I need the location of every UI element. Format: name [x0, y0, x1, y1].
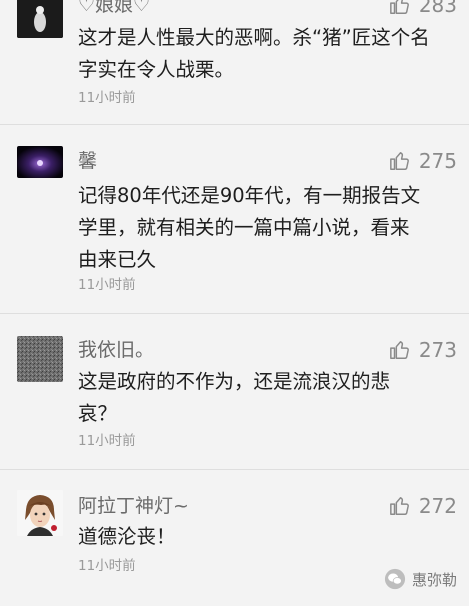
divider: [0, 313, 469, 314]
comment-time: 11小时前: [78, 558, 136, 574]
divider: [0, 469, 469, 470]
comment-text: 道德沦丧！: [78, 521, 450, 553]
like-count: 275: [418, 149, 457, 173]
thumbs-up-icon: [389, 0, 409, 14]
commenter-name[interactable]: ♡娘娘♡: [78, 0, 150, 16]
like-button[interactable]: 275: [389, 150, 457, 172]
wechat-icon: [384, 568, 406, 590]
comment-line: 由来已久: [78, 248, 157, 271]
like-button[interactable]: 283: [389, 0, 457, 16]
comment-time: 11小时前: [78, 90, 136, 106]
like-count: 283: [418, 0, 457, 17]
like-count: 272: [418, 494, 457, 518]
avatar[interactable]: [17, 0, 63, 38]
commenter-name[interactable]: 阿拉丁神灯~: [78, 495, 189, 517]
comment-line: 哀？: [78, 402, 118, 425]
comment-time: 11小时前: [78, 433, 136, 449]
avatar[interactable]: [17, 490, 63, 536]
watermark: 惠弥勒: [384, 568, 457, 590]
comment-line: 学里，就有相关的一篇中篇小说，看来: [78, 216, 410, 239]
avatar[interactable]: [17, 336, 63, 382]
comment-line: 这是政府的不作为，还是流浪汉的悲: [78, 370, 391, 393]
comment-time: 11小时前: [78, 277, 136, 293]
avatar[interactable]: [17, 146, 63, 178]
comment-line: 字实在令人战栗。: [78, 58, 235, 81]
comment-line: 记得80年代还是90年代，有一期报告文: [78, 184, 421, 207]
comment-text: 这是政府的不作为，还是流浪汉的悲 哀？: [78, 366, 450, 430]
comment-line: 这才是人性最大的恶啊。杀“猪”匠这个名: [78, 26, 430, 49]
thumbs-up-icon: [389, 341, 409, 359]
like-count: 273: [418, 338, 457, 362]
thumbs-up-icon: [389, 497, 409, 515]
like-button[interactable]: 273: [389, 339, 457, 361]
commenter-name[interactable]: 馨: [78, 150, 97, 172]
like-button[interactable]: 272: [389, 495, 457, 517]
divider: [0, 124, 469, 125]
comment-text: 这才是人性最大的恶啊。杀“猪”匠这个名 字实在令人战栗。: [78, 22, 450, 86]
watermark-label: 惠弥勒: [411, 570, 457, 589]
comment-text: 记得80年代还是90年代，有一期报告文 学里，就有相关的一篇中篇小说，看来 由来…: [78, 180, 450, 276]
commenter-name[interactable]: 我依旧。: [78, 339, 154, 361]
thumbs-up-icon: [389, 152, 409, 170]
comment-line: 道德沦丧！: [78, 525, 176, 548]
